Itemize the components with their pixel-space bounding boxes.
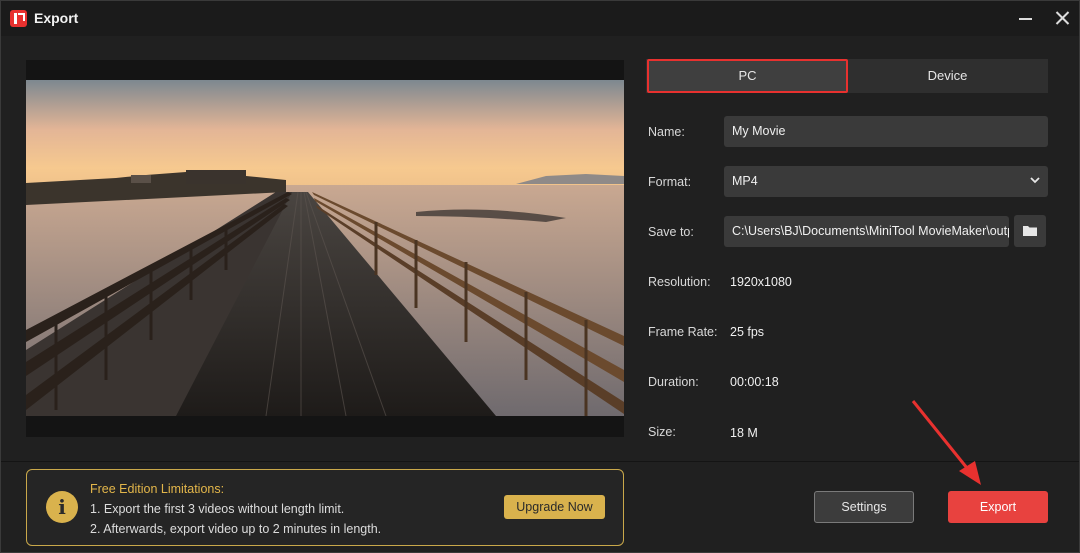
- duration-value: 00:00:18: [730, 375, 779, 389]
- tab-pc[interactable]: PC: [647, 59, 848, 93]
- limitations-title: Free Edition Limitations:: [90, 482, 225, 496]
- close-button[interactable]: [1049, 7, 1075, 29]
- export-target-tabs: PC Device: [646, 59, 1048, 93]
- preview-image: [26, 80, 624, 416]
- app-logo-icon: [10, 10, 27, 27]
- save-to-label: Save to:: [648, 225, 694, 239]
- resolution-label: Resolution:: [648, 275, 711, 289]
- resolution-value: 1920x1080: [730, 275, 792, 289]
- upgrade-now-button[interactable]: Upgrade Now: [504, 495, 605, 519]
- title-bar: Export: [1, 1, 1079, 36]
- export-button[interactable]: Export: [948, 491, 1048, 523]
- window-title: Export: [34, 10, 79, 26]
- format-select[interactable]: MP4: [724, 166, 1048, 197]
- name-label: Name:: [648, 125, 685, 139]
- chevron-down-icon: [1030, 177, 1040, 184]
- frame-rate-value: 25 fps: [730, 325, 765, 339]
- format-value: MP4: [732, 174, 758, 188]
- limitation-line-1: 1. Export the first 3 videos without len…: [90, 502, 345, 516]
- info-icon: i: [46, 491, 78, 523]
- free-edition-limitations-panel: i Free Edition Limitations: 1. Export th…: [26, 469, 624, 546]
- video-preview: [26, 60, 624, 437]
- folder-icon: [1023, 226, 1037, 236]
- export-window: Export PC Device Name: My Movie Format: …: [0, 0, 1080, 553]
- minimize-button[interactable]: [1013, 7, 1039, 29]
- save-path-input[interactable]: C:\Users\BJ\Documents\MiniTool MovieMake…: [724, 216, 1009, 247]
- size-label: Size:: [648, 425, 676, 439]
- frame-rate-label: Frame Rate:: [648, 325, 718, 339]
- limitation-line-2: 2. Afterwards, export video up to 2 minu…: [90, 522, 382, 536]
- name-input[interactable]: My Movie: [724, 116, 1048, 147]
- duration-label: Duration:: [648, 375, 699, 389]
- tab-device[interactable]: Device: [847, 59, 1048, 93]
- size-value: 18 M: [730, 426, 758, 440]
- settings-button[interactable]: Settings: [814, 491, 914, 523]
- annotation-arrow-icon: [911, 400, 981, 485]
- format-label: Format:: [648, 175, 692, 189]
- browse-folder-button[interactable]: [1014, 215, 1046, 247]
